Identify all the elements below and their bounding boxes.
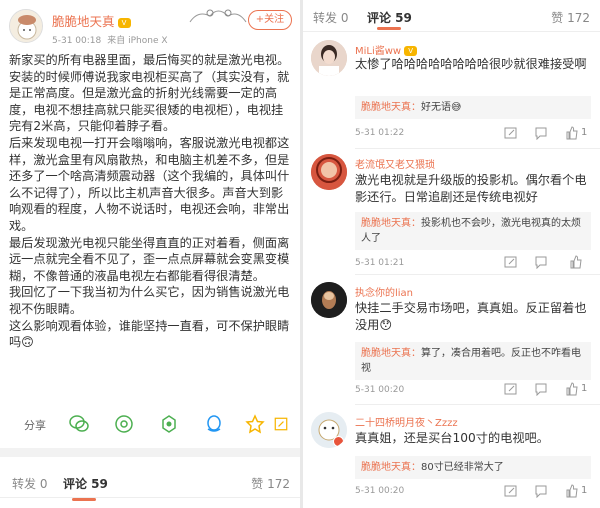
tab-comments[interactable]: 评论 59: [367, 9, 412, 26]
commenter-avatar[interactable]: [311, 282, 347, 318]
comments-panel: 转发 0 评论 59 赞 172 MiLi酱ww V 太惨了哈哈哈哈哈哈哈哈很吵就…: [303, 0, 600, 508]
repost-icon[interactable]: [504, 382, 518, 396]
vip-badge-icon: V: [404, 46, 418, 56]
reply-box[interactable]: 脆脆地天真：好无语😅: [355, 96, 591, 119]
like-count: 1: [581, 383, 588, 394]
reply-author: 脆脆地天真：: [361, 462, 421, 473]
commenter-name[interactable]: 二十四桥明月夜丶Zzzz: [355, 414, 458, 429]
reply-text: 80寸已经非常大了: [421, 462, 504, 473]
comment-time: 5-31 00:20: [355, 385, 405, 395]
reply-author: 脆脆地天真：: [361, 102, 421, 113]
repost-icon[interactable]: [504, 484, 518, 498]
verified-badge-icon: [333, 436, 344, 447]
comment-time: 5-31 01:22: [355, 128, 405, 138]
reply-box[interactable]: 脆脆地天真：算了，凑合用着吧。反正也不咋看电视: [355, 342, 591, 380]
author-name[interactable]: 脆脆地天真 V: [52, 11, 131, 30]
like-icon[interactable]: [565, 382, 579, 396]
post-paragraph: 最后发现激光电视只能坐得直直的正对着看，侧面离远一点就完全看不见了，歪一点点屏幕…: [9, 235, 290, 283]
commenter-avatar[interactable]: [311, 154, 347, 190]
commenter-name[interactable]: 执念你的lian: [355, 284, 413, 299]
cat-decoration-icon: [189, 9, 247, 23]
commenter-avatar[interactable]: [311, 412, 347, 448]
post-paragraph: 这么影响观看体验，谁能坚持一直看，可不保护眼睛吗🙃: [9, 318, 290, 350]
author-avatar[interactable]: [9, 9, 43, 43]
comment-text: 太惨了哈哈哈哈哈哈哈哈很吵就很难接受啊: [355, 57, 587, 71]
post-paragraph: 安装的时候师傅说我家电视柜买高了（其实没有，就是正常高度。但是激光盒的折射光线需…: [9, 69, 290, 134]
section-divider: [0, 448, 300, 457]
reply-box[interactable]: 脆脆地天真：投影机也不会吵，激光电视真的太烦人了: [355, 212, 591, 250]
tab-likes[interactable]: 赞 172: [251, 475, 290, 492]
share-label: 分享: [24, 419, 46, 432]
follow-button[interactable]: +关注: [248, 10, 292, 30]
like-count: 1: [581, 485, 588, 496]
reply-box[interactable]: 脆脆地天真：80寸已经非常大了: [355, 456, 591, 479]
post-date: 5-31 00:18: [52, 36, 102, 46]
commenter-name[interactable]: 老流氓又老又猥琐: [355, 156, 435, 171]
commenter-avatar[interactable]: [311, 40, 347, 76]
comment-text: 真真姐，还是买台100寸的电视吧。: [355, 431, 549, 445]
comment-item: MiLi酱ww V 太惨了哈哈哈哈哈哈哈哈很吵就很难接受啊 脆脆地天真：好无语😅 …: [303, 34, 600, 146]
edit-icon[interactable]: [272, 413, 290, 435]
favorite-star-icon[interactable]: [244, 413, 266, 435]
like-icon[interactable]: [565, 126, 579, 140]
comment-item: 老流氓又老又猥琐 激光电视就是升级版的投影机。偶尔看个电影还行。日常追剧还是传统…: [303, 150, 600, 272]
comment-separator: [355, 274, 600, 275]
vip-badge-icon: V: [117, 17, 131, 28]
post-panel: 脆脆地天真 V 5-31 00:18 来自 iPhone X +关注 新家买的所有电…: [0, 0, 300, 508]
comment-text: 快挂二手交易市场吧，真真姐。反正留着也没用😯: [355, 301, 587, 332]
comment-text: 激光电视就是升级版的投影机。偶尔看个电影还行。日常追剧还是传统电视好: [355, 173, 587, 204]
weibo-friends-icon[interactable]: [158, 413, 180, 435]
comment-icon[interactable]: [534, 126, 548, 140]
comment-icon[interactable]: [534, 255, 548, 269]
active-tab-underline: [72, 498, 96, 501]
post-tabbar: 转发 0 评论 59 赞 172: [0, 466, 300, 501]
like-icon[interactable]: [565, 484, 579, 498]
commenter-name[interactable]: MiLi酱ww V: [355, 42, 418, 57]
qq-icon[interactable]: [203, 413, 225, 435]
like-icon[interactable]: [569, 255, 583, 269]
post-paragraph: 我回忆了一下我当初为什么买它，因为销售说激光电视不伤眼睛。: [9, 285, 290, 316]
repost-icon[interactable]: [504, 126, 518, 140]
tab-repost[interactable]: 转发 0: [12, 475, 47, 492]
comment-icon[interactable]: [534, 382, 548, 396]
moments-icon[interactable]: [113, 413, 135, 435]
post-source: 来自 iPhone X: [107, 36, 168, 46]
author-name-text: 脆脆地天真: [52, 14, 115, 29]
reply-author: 脆脆地天真：: [361, 348, 421, 359]
tab-comments[interactable]: 评论 59: [63, 475, 108, 492]
reply-text: 好无语😅: [421, 102, 462, 113]
repost-icon[interactable]: [504, 255, 518, 269]
comments-tabbar: 转发 0 评论 59 赞 172: [303, 0, 600, 32]
comment-separator: [355, 148, 600, 149]
post-paragraph: 后来发现电视一打开会嗡嗡响，客服说激光电视都这样，激光盒里有风扇散热，和电脑主机…: [9, 135, 290, 233]
like-count: 1: [581, 127, 588, 138]
comment-time: 5-31 01:21: [355, 258, 405, 268]
share-bar: 分享: [0, 410, 300, 438]
tab-likes[interactable]: 赞 172: [551, 9, 590, 26]
active-tab-underline: [377, 27, 401, 30]
post-meta: 5-31 00:18 来自 iPhone X: [52, 33, 174, 46]
tab-repost[interactable]: 转发 0: [313, 9, 348, 26]
post-paragraph: 新家买的所有电器里面，最后悔买的就是激光电视。: [9, 53, 290, 67]
comment-separator: [355, 404, 600, 405]
comment-item: 二十四桥明月夜丶Zzzz 真真姐，还是买台100寸的电视吧。 脆脆地天真：80寸…: [303, 406, 600, 508]
comment-time: 5-31 00:20: [355, 486, 405, 496]
reply-author: 脆脆地天真：: [361, 218, 421, 229]
comment-icon[interactable]: [534, 484, 548, 498]
wechat-icon[interactable]: [68, 413, 90, 435]
post-header: 脆脆地天真 V 5-31 00:18 来自 iPhone X +关注: [0, 0, 300, 52]
post-body: 新家买的所有电器里面，最后悔买的就是激光电视。 安装的时候师傅说我家电视柜买高了…: [0, 52, 300, 351]
comment-item: 执念你的lian 快挂二手交易市场吧，真真姐。反正留着也没用😯 脆脆地天真：算了…: [303, 276, 600, 402]
